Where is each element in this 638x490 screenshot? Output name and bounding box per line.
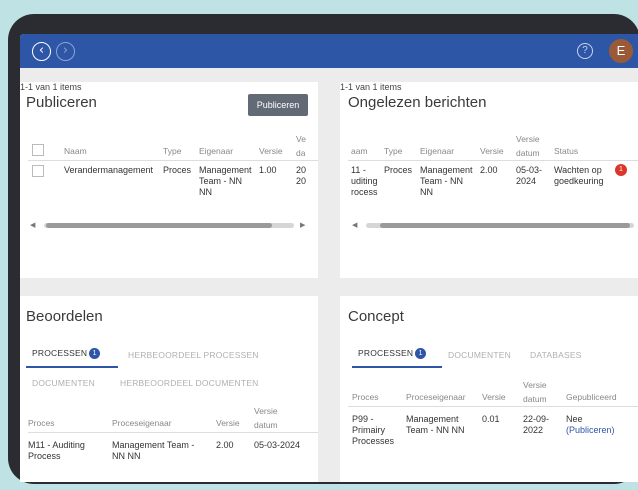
publiceren-link[interactable]: (Publiceren) [566, 425, 615, 436]
card-title: Ongelezen berichten [348, 94, 487, 111]
column-header[interactable]: Naam [64, 146, 87, 156]
column-header[interactable]: Gepubliceerd [566, 392, 617, 402]
column-header[interactable]: Proces [28, 418, 54, 428]
cell-eigenaar: Management Team - NN NN [199, 165, 252, 197]
scroll-left-icon[interactable]: ◀ [352, 221, 357, 229]
status-alert-badge: 1 [615, 164, 627, 176]
tab-label: PROCESSEN [32, 348, 88, 358]
cell-proces: M11 - Auditing Process [28, 440, 85, 461]
column-header[interactable]: Versie [480, 146, 504, 156]
tab-databases[interactable]: DATABASES [530, 350, 582, 360]
pager-info: 1-1 van 1 items [20, 82, 82, 92]
scroll-right-icon[interactable]: ▶ [300, 221, 305, 229]
cell-eigenaar: Management Team - NN NN [112, 440, 195, 461]
column-header[interactable]: Versie datum [254, 404, 278, 432]
column-header[interactable]: Eigenaar [199, 146, 233, 156]
column-header[interactable]: Proceseigenaar [112, 418, 172, 428]
chevron-right-icon: › [62, 43, 69, 58]
cell-versie: 0.01 [482, 414, 500, 424]
tab-herbeoordeel-processen[interactable]: HERBEOORDEEL PROCESSEN [128, 350, 259, 360]
tab-documenten[interactable]: DOCUMENTEN [32, 378, 95, 388]
back-button[interactable]: ‹ [32, 42, 51, 61]
cell-gepubliceerd: Nee [566, 414, 583, 424]
column-header[interactable]: Eigenaar [420, 146, 454, 156]
cell-datum: 05-03- 2024 [516, 165, 543, 186]
row-checkbox[interactable] [32, 165, 44, 177]
cell-versie: 2.00 [480, 165, 498, 175]
column-header[interactable]: Type [163, 146, 181, 156]
column-header[interactable]: Versie [259, 146, 283, 156]
app-screen: ‹ › ? E Publiceren Publiceren Naam Type … [20, 34, 638, 482]
tab-documenten[interactable]: DOCUMENTEN [448, 350, 511, 360]
card-title: Concept [348, 308, 404, 325]
tab-herbeoordeel-documenten[interactable]: HERBEOORDEEL DOCUMENTEN [120, 378, 258, 388]
cell-versie: 1.00 [259, 165, 277, 175]
cell-versie: 2.00 [216, 440, 234, 450]
scrollbar-thumb[interactable] [46, 223, 272, 228]
pager-info: 1-1 van 1 items [340, 82, 402, 92]
count-badge: 1 [415, 348, 427, 360]
help-button[interactable]: ? [577, 43, 593, 59]
tab-processen[interactable]: PROCESSEN 1 [358, 348, 427, 360]
cell-naam: Verandermanagement [64, 165, 154, 175]
column-header[interactable]: aam [351, 146, 368, 156]
select-all-checkbox[interactable] [32, 144, 44, 156]
avatar[interactable]: E [609, 39, 633, 63]
cell-datum: 20 20 [296, 165, 307, 186]
cell-eigenaar: Management Team - NN NN [420, 165, 473, 197]
active-tab-indicator [352, 366, 442, 368]
top-bar: ‹ › ? E [20, 34, 638, 68]
column-header[interactable]: Proceseigenaar [406, 392, 466, 402]
column-header[interactable]: Versie [216, 418, 240, 428]
count-badge: 1 [89, 348, 101, 360]
scrollbar-thumb[interactable] [380, 223, 630, 228]
card-title: Publiceren [26, 94, 97, 111]
cell-type: Proces [163, 165, 192, 175]
divider [28, 432, 318, 433]
cell-proces: P99 - Primairy Processes [352, 414, 395, 446]
publiceren-card: Publiceren Publiceren Naam Type Eigenaar… [20, 82, 318, 278]
scroll-left-icon[interactable]: ◀ [30, 221, 35, 229]
help-icon: ? [582, 45, 588, 56]
chevron-left-icon: ‹ [38, 43, 45, 58]
tab-label: PROCESSEN [358, 348, 414, 358]
divider [348, 160, 638, 161]
column-header[interactable]: Ve da [296, 132, 306, 160]
cell-datum: 05-03-2024 [254, 440, 301, 450]
card-title: Beoordelen [26, 308, 103, 325]
column-header[interactable]: Versie [482, 392, 506, 402]
forward-button[interactable]: › [56, 42, 75, 61]
cell-naam: 11 - uditing rocess [351, 165, 378, 197]
cell-status: Wachten op goedkeuring [554, 165, 604, 186]
column-header[interactable]: Status [554, 146, 578, 156]
tab-processen[interactable]: PROCESSEN 1 [32, 348, 101, 360]
publiceren-button[interactable]: Publiceren [248, 94, 308, 116]
column-header[interactable]: Proces [352, 392, 378, 402]
active-tab-indicator [26, 366, 118, 368]
column-header[interactable]: Type [384, 146, 402, 156]
cell-datum: 22-09- 2022 [523, 414, 550, 435]
divider [28, 160, 318, 161]
ongelezen-berichten-card: Ongelezen berichten aam Type Eigenaar Ve… [340, 82, 638, 278]
beoordelen-card: Beoordelen PROCESSEN 1 HERBEOORDEEL PROCE… [20, 296, 318, 482]
divider [348, 406, 638, 407]
cell-type: Proces [384, 165, 413, 175]
cell-eigenaar: Management Team - NN NN [406, 414, 465, 435]
concept-card: Concept PROCESSEN 1 DOCUMENTEN DATABASES … [340, 296, 638, 482]
column-header[interactable]: Versie datum [523, 378, 547, 406]
column-header[interactable]: Versie datum [516, 132, 540, 160]
